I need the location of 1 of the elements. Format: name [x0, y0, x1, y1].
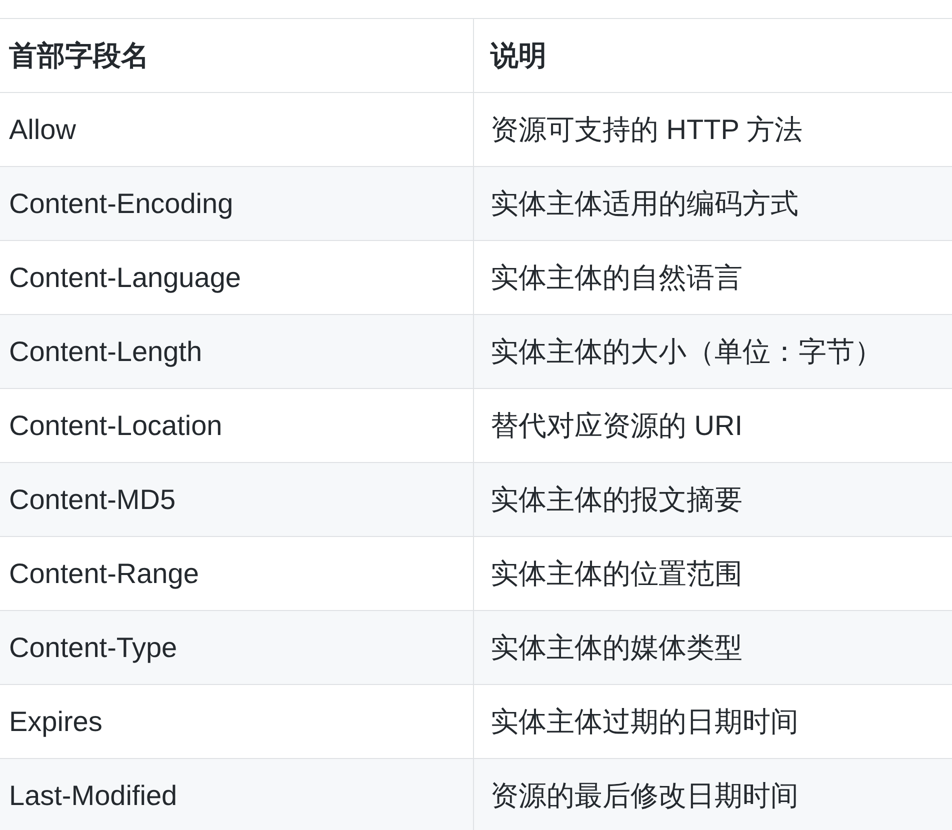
column-header: 首部字段名: [0, 18, 473, 92]
